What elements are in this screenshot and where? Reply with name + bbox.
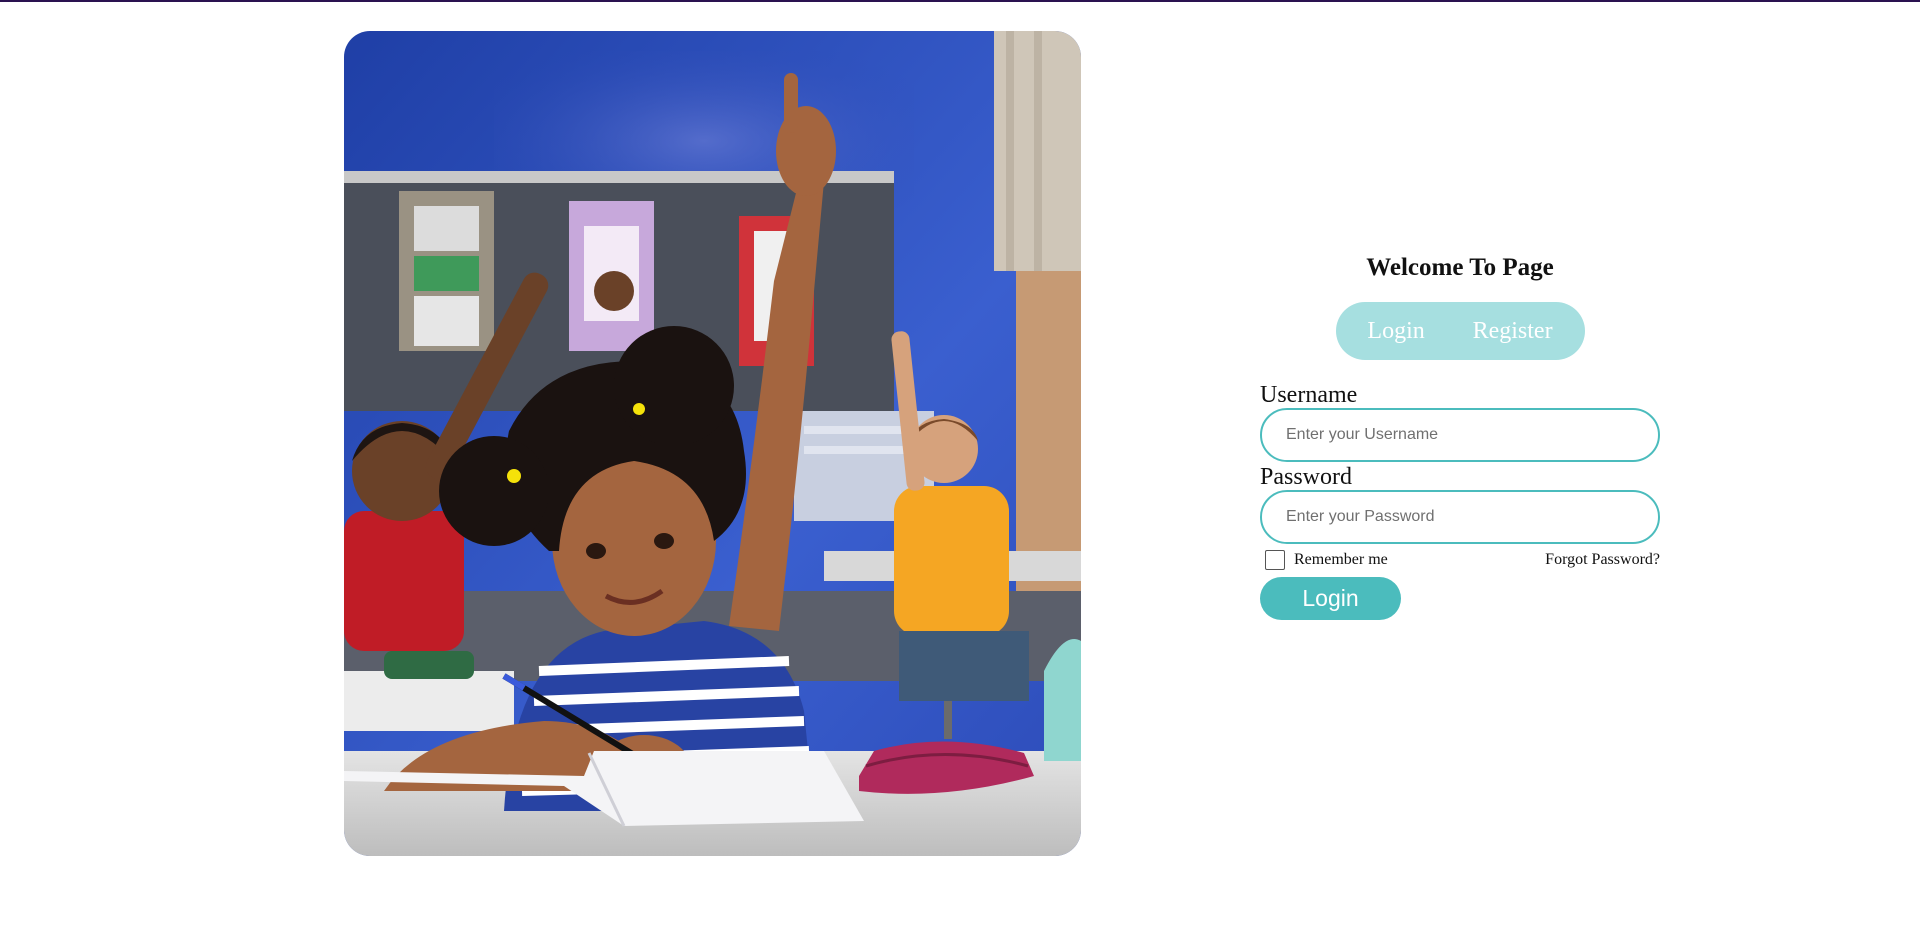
login-options-row: Remember me Forgot Password? (1260, 550, 1660, 570)
top-accent-bar (0, 0, 1920, 2)
username-input[interactable] (1260, 408, 1660, 462)
remember-me-label: Remember me (1294, 551, 1388, 568)
password-label: Password (1260, 464, 1353, 490)
tab-login[interactable]: Login (1357, 314, 1434, 349)
tab-register[interactable]: Register (1463, 314, 1563, 349)
forgot-password-link[interactable]: Forgot Password? (1545, 551, 1660, 569)
classroom-photo-icon (344, 31, 1081, 856)
remember-me-checkbox[interactable] (1265, 550, 1285, 570)
login-button[interactable]: Login (1260, 577, 1401, 620)
hero-classroom-image (344, 31, 1081, 856)
remember-me: Remember me (1260, 550, 1388, 570)
login-panel: Welcome To Page Login Register Username … (1260, 250, 1660, 620)
password-input[interactable] (1260, 490, 1660, 544)
username-label: Username (1260, 382, 1358, 408)
auth-tab-switch: Login Register (1335, 302, 1585, 360)
welcome-title: Welcome To Page (1366, 254, 1554, 281)
